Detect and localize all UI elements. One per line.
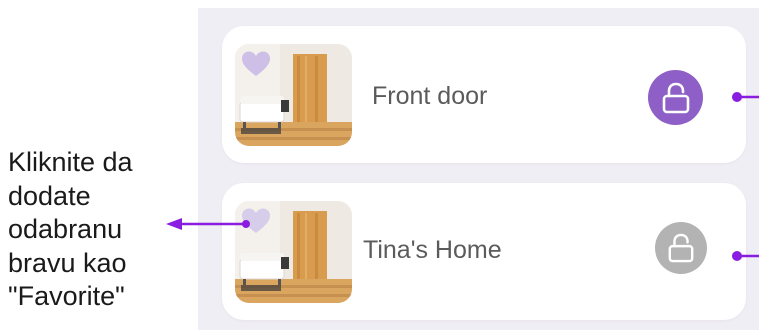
lock-name: Tina's Home	[363, 236, 502, 264]
lock-name: Front door	[372, 82, 488, 110]
lock-toggle-button[interactable]	[648, 70, 703, 125]
unlock-icon	[668, 233, 694, 263]
favorite-heart-icon[interactable]	[241, 207, 271, 235]
callout-line: "Favorite"	[8, 281, 125, 311]
favorite-heart-icon[interactable]	[241, 50, 271, 78]
callout-line: bravu kao	[8, 247, 127, 278]
callout-line: dodate	[8, 180, 91, 211]
favorite-callout-text: Kliknite da dodate odabranu bravu kao "F…	[8, 146, 173, 314]
lock-card-front-door[interactable]: Front door	[222, 26, 746, 163]
lock-thumbnail	[235, 44, 352, 146]
callout-line: Kliknite da	[8, 147, 133, 177]
callout-line: odabranu	[8, 214, 123, 244]
lock-toggle-button[interactable]	[655, 222, 707, 274]
unlock-icon	[662, 82, 689, 113]
lock-card-tinas-home[interactable]: Tina's Home	[222, 183, 746, 320]
lock-thumbnail	[235, 201, 352, 303]
